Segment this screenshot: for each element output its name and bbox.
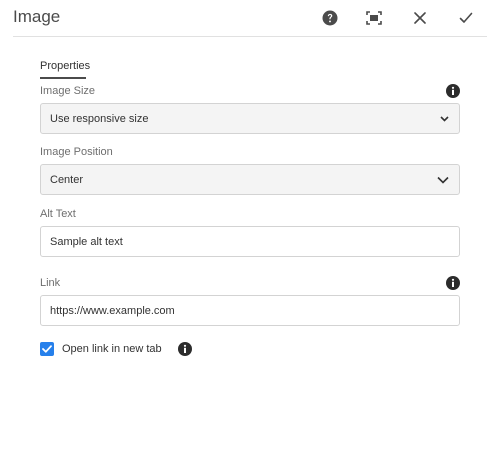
image-position-select[interactable]: Center	[40, 164, 460, 195]
checkmark-icon	[42, 345, 52, 353]
done-button[interactable]	[456, 8, 476, 28]
open-in-new-tab-checkbox[interactable]	[40, 342, 54, 356]
alt-text-label: Alt Text	[40, 208, 76, 220]
alt-text-value: Sample alt text	[50, 235, 123, 248]
dialog-title: Image	[13, 7, 61, 26]
help-icon	[322, 10, 338, 26]
image-size-label: Image Size	[40, 85, 96, 97]
image-size-value: Use responsive size	[50, 112, 149, 125]
info-icon[interactable]	[446, 84, 460, 98]
header-divider	[13, 36, 487, 37]
chevron-down-icon	[440, 115, 449, 122]
tab-properties[interactable]: Properties	[40, 60, 90, 72]
alt-text-input[interactable]: Sample alt text	[40, 226, 460, 257]
image-position-label: Image Position	[40, 146, 113, 158]
link-label: Link	[40, 277, 61, 289]
checkmark-icon	[459, 12, 473, 23]
open-in-new-tab-row: Open link in new tab	[40, 341, 192, 357]
chevron-down-icon	[437, 176, 449, 184]
fullscreen-icon	[366, 11, 382, 25]
dialog-header: Image	[0, 0, 500, 36]
image-position-value: Center	[50, 173, 84, 186]
close-button[interactable]	[410, 8, 430, 28]
image-size-select[interactable]: Use responsive size	[40, 103, 460, 134]
info-icon[interactable]	[446, 276, 460, 290]
close-icon	[414, 12, 426, 24]
image-dialog: Image Properties Image Size Use responsi…	[0, 0, 500, 470]
info-icon[interactable]	[177, 342, 192, 356]
open-in-new-tab-label[interactable]: Open link in new tab	[62, 343, 162, 355]
link-input[interactable]: https://www.example.com	[40, 295, 460, 326]
tab-selected-indicator	[40, 77, 86, 79]
link-value: https://www.example.com	[50, 304, 175, 317]
fullscreen-button[interactable]	[364, 8, 384, 28]
help-button[interactable]	[320, 8, 340, 28]
